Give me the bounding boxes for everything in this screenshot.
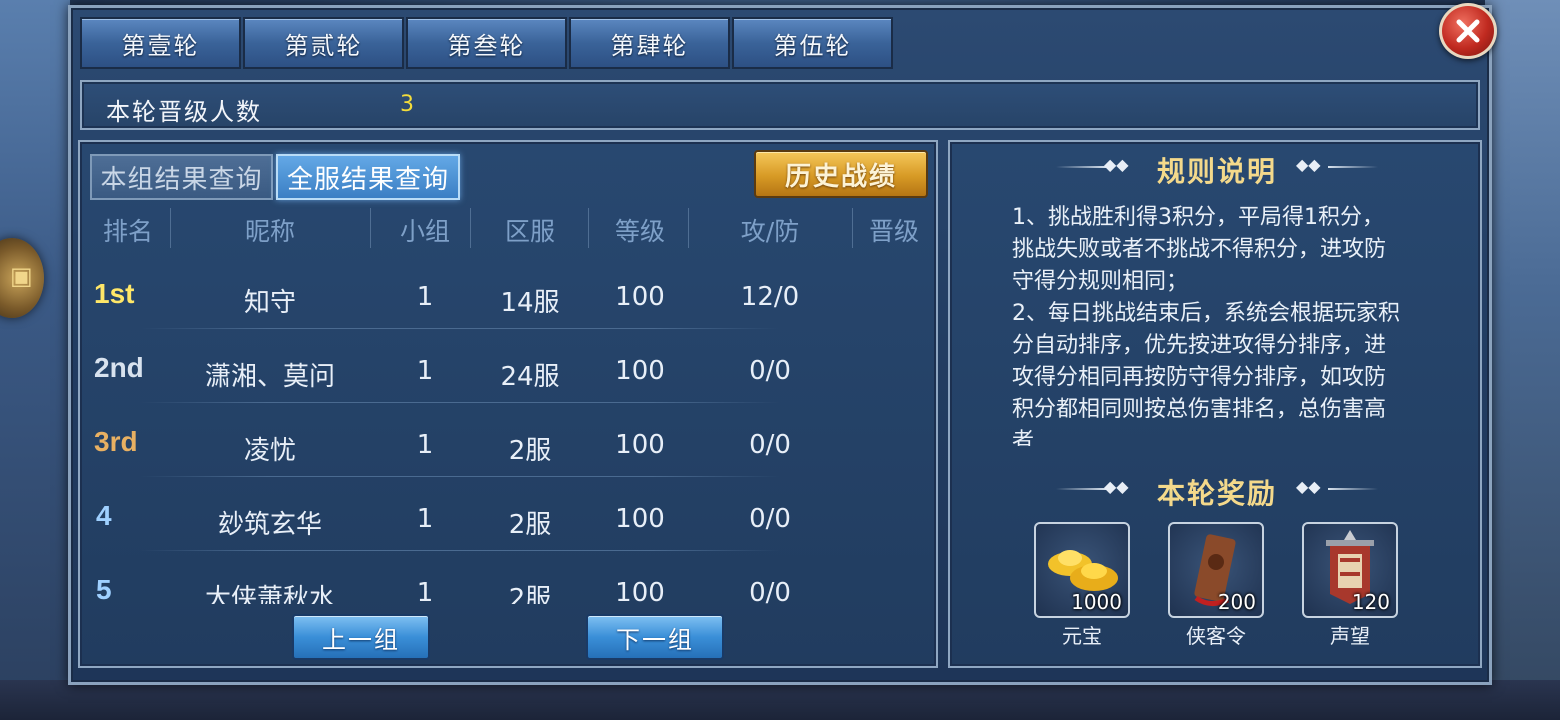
level-cell: 100	[615, 282, 665, 312]
nickname-cell: 大侠萧秋水	[204, 584, 335, 604]
nickname-cell: 潇湘、莫问	[204, 362, 335, 392]
row-divider	[140, 476, 780, 477]
server-cell: 14服	[500, 288, 560, 318]
reward-name: 声望	[1330, 624, 1370, 648]
column-divider	[688, 208, 689, 248]
tab-group-results[interactable]: 本组结果查询	[90, 154, 273, 200]
rank-cell: 2nd	[94, 352, 144, 383]
row-divider	[140, 550, 780, 551]
level-cell: 100	[615, 430, 665, 460]
server-cell: 2服	[508, 510, 552, 540]
reward-quantity: 1000	[1071, 590, 1122, 614]
previous-group-button[interactable]: 上一组	[292, 614, 430, 660]
close-icon	[1456, 19, 1480, 43]
score-cell: 0/0	[749, 578, 791, 604]
title-ornament: ◆◆	[1296, 155, 1321, 174]
tab-round-1[interactable]: 第壹轮	[80, 17, 241, 69]
rank-cell: 3rd	[94, 426, 138, 457]
row-divider	[140, 402, 780, 403]
reward-slot-gold[interactable]: 1000	[1034, 522, 1130, 618]
reward-slot-prestige[interactable]: 120	[1302, 522, 1398, 618]
results-list: 1st 知守 1 14服 100 12/0 2nd 潇湘、莫问 1 24服 10…	[80, 252, 940, 604]
column-divider	[588, 208, 589, 248]
column-header-name: 昵称	[244, 217, 295, 246]
reward-quantity: 120	[1351, 590, 1390, 614]
rules-title: 规则说明	[1156, 155, 1277, 188]
round-tabs: 第壹轮 第贰轮 第叁轮 第肆轮 第伍轮	[80, 17, 893, 69]
background-right	[1485, 0, 1560, 720]
score-cell: 0/0	[749, 504, 791, 534]
qualifier-value: 3	[400, 92, 414, 117]
rewards-title: 本轮奖励	[1156, 477, 1277, 510]
tab-round-3[interactable]: 第叁轮	[406, 17, 567, 69]
next-group-button[interactable]: 下一组	[586, 614, 724, 660]
score-cell: 12/0	[740, 282, 800, 312]
history-record-button[interactable]: 历史战绩	[754, 150, 928, 198]
column-header-rank: 排名	[102, 217, 153, 246]
reward-name: 侠客令	[1186, 624, 1246, 648]
column-header-level: 等级	[614, 217, 665, 246]
column-divider	[370, 208, 371, 248]
tab-round-4[interactable]: 第肆轮	[569, 17, 730, 69]
rules-panel: ◆◆ 规则说明 ◆◆ 1、挑战胜利得3积分，平局得1积分，挑战失败或者不挑战不得…	[948, 140, 1482, 668]
group-cell: 1	[416, 578, 434, 604]
rules-scroll-area[interactable]: 1、挑战胜利得3积分，平局得1积分，挑战失败或者不挑战不得积分，进攻防守得分规则…	[1012, 202, 1402, 446]
tab-round-2[interactable]: 第贰轮	[243, 17, 404, 69]
level-cell: 100	[615, 504, 665, 534]
server-cell: 2服	[508, 436, 552, 466]
server-cell: 24服	[500, 362, 560, 392]
rules-text: 1、挑战胜利得3积分，平局得1积分，挑战失败或者不挑战不得积分，进攻防守得分规则…	[1012, 205, 1400, 446]
reward-slot-token[interactable]: 200	[1168, 522, 1264, 618]
column-divider	[852, 208, 853, 248]
group-cell: 1	[416, 356, 434, 386]
results-panel: 本组结果查询 全服结果查询 历史战绩 排名 昵称 小组 区服 等级 攻/防 晋级…	[78, 140, 938, 668]
title-ornament	[1328, 488, 1378, 490]
column-header-promoted: 晋级	[868, 217, 919, 246]
tab-server-results[interactable]: 全服结果查询	[276, 154, 460, 200]
column-header-atk-def: 攻/防	[740, 217, 800, 246]
column-header-group: 小组	[399, 217, 450, 246]
rank-cell: 1st	[94, 278, 135, 309]
group-cell: 1	[416, 504, 434, 534]
server-cell: 2服	[508, 584, 552, 604]
nickname-cell: 玅筑玄华	[217, 510, 322, 540]
qualifier-label: 本轮晋级人数	[106, 98, 262, 126]
reward-name: 元宝	[1062, 624, 1102, 648]
score-cell: 0/0	[749, 356, 791, 386]
nickname-cell: 凌忧	[243, 436, 296, 466]
qualifier-bar: 本轮晋级人数 3	[80, 80, 1480, 130]
title-ornament: ◆◆	[1296, 477, 1321, 496]
level-cell: 100	[615, 356, 665, 386]
group-cell: 1	[416, 430, 434, 460]
group-cell: 1	[416, 282, 434, 312]
rank-cell: 5	[96, 574, 112, 604]
title-ornament	[1328, 166, 1378, 168]
column-divider	[470, 208, 471, 248]
column-divider	[170, 208, 171, 248]
level-cell: 100	[615, 578, 665, 604]
rank-cell: 4	[96, 500, 112, 531]
row-divider	[140, 328, 780, 329]
column-header-server: 区服	[504, 217, 555, 246]
score-cell: 0/0	[749, 430, 791, 460]
background-left	[0, 0, 70, 720]
background-bottom	[0, 680, 1560, 720]
reward-quantity: 200	[1217, 590, 1256, 614]
tab-round-5[interactable]: 第伍轮	[732, 17, 893, 69]
close-button[interactable]	[1439, 3, 1497, 59]
nickname-cell: 知守	[243, 288, 296, 318]
